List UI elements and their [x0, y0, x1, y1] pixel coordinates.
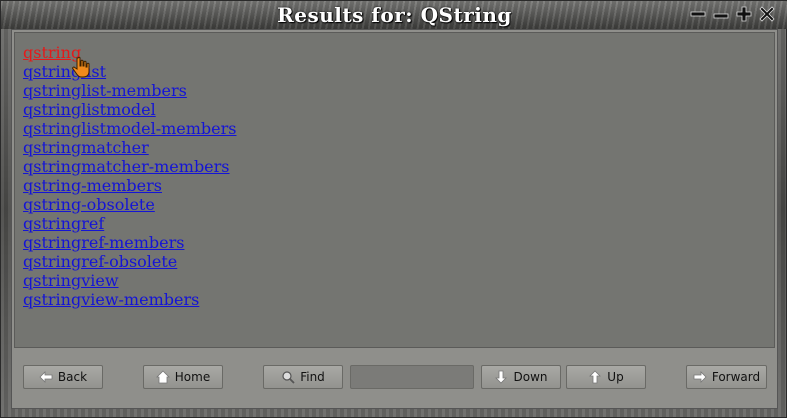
result-link-qstringlistmodel-members[interactable]: qstringlistmodel-members	[23, 119, 237, 138]
back-button[interactable]: Back	[23, 365, 103, 389]
home-button[interactable]: Home	[143, 365, 223, 389]
result-link-qstringref[interactable]: qstringref	[23, 214, 104, 233]
forward-button-label: Forward	[711, 370, 761, 384]
result-link-qstringview-members[interactable]: qstringview-members	[23, 290, 199, 309]
arrow-up-icon	[588, 370, 602, 384]
result-link-qstring-obsolete[interactable]: qstring-obsolete	[23, 195, 155, 214]
search-icon	[281, 370, 295, 384]
down-button-label: Down	[513, 370, 548, 384]
up-button-label: Up	[607, 370, 624, 384]
title-bar[interactable]: Results for: QString	[1, 1, 787, 29]
back-button-label: Back	[57, 370, 88, 384]
navigation-toolbar: Back Home Find Down Up Forward	[12, 365, 777, 389]
result-link-qstring-members[interactable]: qstring-members	[23, 176, 162, 195]
forward-button[interactable]: Forward	[686, 365, 767, 389]
result-link-qstringmatcher[interactable]: qstringmatcher	[23, 138, 149, 157]
find-button[interactable]: Find	[263, 365, 343, 389]
arrow-down-icon	[494, 370, 508, 384]
home-button-label: Home	[174, 370, 211, 384]
close-icon[interactable]	[756, 3, 778, 25]
result-link-qstringview[interactable]: qstringview	[23, 271, 119, 290]
result-link-qstringlist-members[interactable]: qstringlist-members	[23, 81, 187, 100]
find-input[interactable]	[350, 365, 474, 389]
result-link-qstringlistmodel[interactable]: qstringlistmodel	[23, 100, 156, 119]
arrow-right-icon	[693, 370, 707, 384]
result-link-qstringref-obsolete[interactable]: qstringref-obsolete	[23, 252, 177, 271]
up-button[interactable]: Up	[566, 365, 646, 389]
minimize-icon[interactable]	[687, 3, 709, 25]
home-icon	[155, 370, 170, 384]
window-title: Results for: QString	[277, 3, 512, 27]
result-link-qstringlist[interactable]: qstringlist	[23, 62, 106, 81]
help-results-window: Results for: QString qstring qstringlist…	[0, 0, 787, 418]
result-link-qstring[interactable]: qstring	[23, 43, 81, 62]
result-link-qstringmatcher-members[interactable]: qstringmatcher-members	[23, 157, 230, 176]
content-frame: qstring qstringlist qstringlist-members …	[11, 29, 778, 409]
arrow-left-icon	[39, 370, 53, 384]
results-list: qstring qstringlist qstringlist-members …	[14, 32, 775, 348]
down-button[interactable]: Down	[481, 365, 561, 389]
find-button-label: Find	[300, 370, 325, 384]
window-controls	[687, 3, 778, 25]
shade-icon[interactable]	[710, 3, 732, 25]
result-link-qstringref-members[interactable]: qstringref-members	[23, 233, 184, 252]
maximize-icon[interactable]	[733, 3, 755, 25]
